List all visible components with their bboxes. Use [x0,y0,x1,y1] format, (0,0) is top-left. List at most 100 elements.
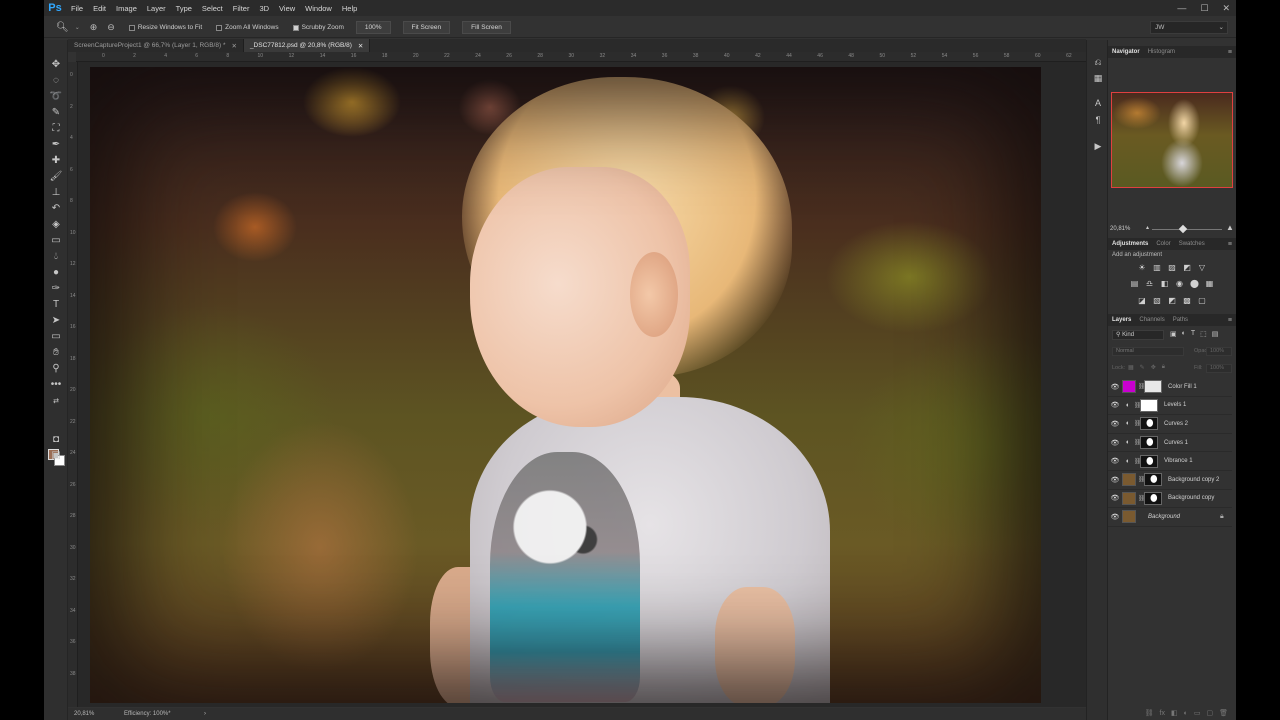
layer-row[interactable]: 👁︎ ◐ ⛓ Curves 2 [1108,415,1232,434]
resize-windows-checkbox[interactable]: Resize Windows to Fit [128,24,202,31]
lock-all-icon[interactable]: 🔒︎ [1162,364,1165,371]
menu-filter[interactable]: Filter [228,4,255,13]
lock-position-icon[interactable]: ✥ [1151,364,1156,371]
link-layers-icon[interactable]: ⛓ [1145,709,1154,717]
blur-tool-icon[interactable]: 💧︎ [49,250,63,263]
black-white-icon[interactable]: ◧ [1159,279,1170,289]
eye-icon[interactable]: 👁︎ [1108,383,1122,391]
history-brush-tool-icon[interactable]: ↶ [49,202,63,215]
layer-mask-thumbnail[interactable] [1144,491,1162,505]
add-mask-icon[interactable]: ◧ [1171,709,1178,717]
gradient-map-icon[interactable]: ▢ [1197,296,1208,306]
menu-layer[interactable]: Layer [142,4,171,13]
type-tool-icon[interactable]: T [49,298,63,311]
character-icon[interactable]: A [1092,97,1104,109]
scrubby-zoom-checkbox[interactable]: Scrubby Zoom [292,24,344,31]
lock-transparent-icon[interactable]: ▦ [1128,364,1134,371]
layer-row[interactable]: 👁︎ ⛓ Background copy [1108,490,1232,509]
navigator-zoom-knob[interactable] [1178,224,1188,234]
menu-type[interactable]: Type [171,4,197,13]
vertical-ruler[interactable]: 0 2 4 6 8 10 12 14 16 18 20 22 24 26 28 30 32 34 36 38 [68,62,78,707]
actions-play-icon[interactable]: ▶ [1092,140,1104,152]
tab-channels[interactable]: Channels [1135,317,1168,323]
zoom-out-mountain-icon[interactable]: ▴ [1146,224,1149,231]
filter-adjustment-icon[interactable]: ◐ [1182,330,1186,338]
maximize-icon[interactable]: ☐ [1200,3,1208,14]
layer-mask-thumbnail[interactable] [1140,436,1158,450]
levels-icon[interactable]: ▥ [1152,263,1163,273]
panel-menu-icon[interactable]: ≡ [1228,49,1232,56]
tool-preset-chevron-icon[interactable]: ⌄ [75,24,80,31]
history-icon[interactable]: ⎌ [1092,56,1104,68]
layer-mask-thumbnail[interactable] [1140,454,1158,468]
minimize-icon[interactable]: — [1177,3,1186,13]
layer-row[interactable]: 👁︎ Background 🔒︎ [1108,508,1232,527]
close-icon[interactable]: ✕ [1222,3,1230,14]
menu-view[interactable]: View [274,4,300,13]
filter-type-icon[interactable]: T [1191,330,1195,338]
eraser-tool-icon[interactable]: ◈ [49,218,63,231]
eye-icon[interactable]: 👁︎ [1108,401,1122,409]
close-icon[interactable]: ✕ [231,42,236,50]
eye-icon[interactable]: 👁︎ [1108,513,1122,521]
fx-icon[interactable]: fx [1160,710,1165,717]
lock-pixels-icon[interactable]: ✎ [1140,364,1145,371]
crop-tool-icon[interactable]: ⛶ [49,122,63,135]
panel-menu-icon[interactable]: ≡ [1228,241,1232,248]
zoom-out-icon[interactable]: ⊖ [107,22,115,33]
tab-adjustments[interactable]: Adjustments [1108,241,1152,247]
tab-swatches[interactable]: Swatches [1175,241,1209,247]
tab-histogram[interactable]: Histogram [1144,49,1179,55]
move-tool-icon[interactable]: ✥ [49,58,63,71]
zoom-100-button[interactable]: 100% [355,21,391,34]
invert-icon[interactable]: ◪ [1137,296,1148,306]
dodge-tool-icon[interactable]: ● [49,266,63,279]
navigator-zoom[interactable]: 20,81% [1110,226,1130,232]
filter-smart-object-icon[interactable]: ▤ [1212,330,1219,338]
eye-icon[interactable]: 👁︎ [1108,457,1122,465]
zoom-in-icon[interactable]: ⊕ [90,22,98,33]
menu-3d[interactable]: 3D [254,4,274,13]
blend-mode-select[interactable]: Normal [1112,347,1184,356]
filter-pixel-icon[interactable]: ▣ [1170,330,1177,338]
opacity-input[interactable]: 100% [1206,347,1232,356]
zoom-tool-icon[interactable]: 🔍︎ [56,22,69,33]
curves-icon[interactable]: ▨ [1167,263,1178,273]
layer-mask-thumbnail[interactable] [1140,398,1158,412]
menu-file[interactable]: File [66,4,88,13]
trash-icon[interactable]: 🗑 [1219,709,1228,717]
healing-brush-tool-icon[interactable]: ✚ [49,154,63,167]
eye-icon[interactable]: 👁︎ [1108,420,1122,428]
panel-menu-icon[interactable]: ≡ [1228,317,1232,324]
eye-icon[interactable]: 👁︎ [1108,439,1122,447]
tab-navigator[interactable]: Navigator [1108,49,1144,55]
document-photo[interactable] [90,67,1041,703]
rectangle-tool-icon[interactable]: ▭ [49,330,63,343]
layer-row[interactable]: 👁︎ ⛓ Color Fill 1 [1108,378,1232,397]
menu-image[interactable]: Image [111,4,142,13]
threshold-icon[interactable]: ◩ [1167,296,1178,306]
eye-icon[interactable]: 👁︎ [1108,476,1122,484]
document-tab-active[interactable]: _DSC77812.psd @ 20,8% (RGB/8) ✕ [243,39,371,52]
quick-select-tool-icon[interactable]: ✎ [49,106,63,119]
status-zoom[interactable]: 20,81% [68,711,124,717]
hue-saturation-icon[interactable]: ▤ [1129,279,1140,289]
tab-color[interactable]: Color [1152,241,1174,247]
new-group-icon[interactable]: ▭ [1194,709,1201,717]
layer-row[interactable]: 👁︎ ⛓ Background copy 2 [1108,471,1232,490]
color-lookup-icon[interactable]: ▦ [1204,279,1215,289]
fill-screen-button[interactable]: Fill Screen [462,21,511,34]
navigator-thumbnail[interactable] [1111,92,1233,188]
eyedropper-tool-icon[interactable]: ✒ [49,138,63,151]
layer-row[interactable]: 👁︎ ◐ ⛓ Vibrance 1 [1108,452,1232,471]
hand-tool-icon[interactable]: ✋︎ [49,346,63,359]
clone-stamp-tool-icon[interactable]: ⊥ [49,186,63,199]
layer-mask-thumbnail[interactable] [1144,380,1162,394]
brightness-contrast-icon[interactable]: ☀ [1137,263,1148,273]
channel-mixer-icon[interactable]: ⬤ [1189,279,1200,289]
selective-color-icon[interactable]: ▩ [1182,296,1193,306]
menu-edit[interactable]: Edit [88,4,111,13]
lock-icon[interactable]: 🔒︎ [1220,513,1232,521]
swap-colors-icon[interactable]: ⇄ [49,395,63,408]
layer-filter-select[interactable]: ⚲ Kind [1112,330,1164,340]
